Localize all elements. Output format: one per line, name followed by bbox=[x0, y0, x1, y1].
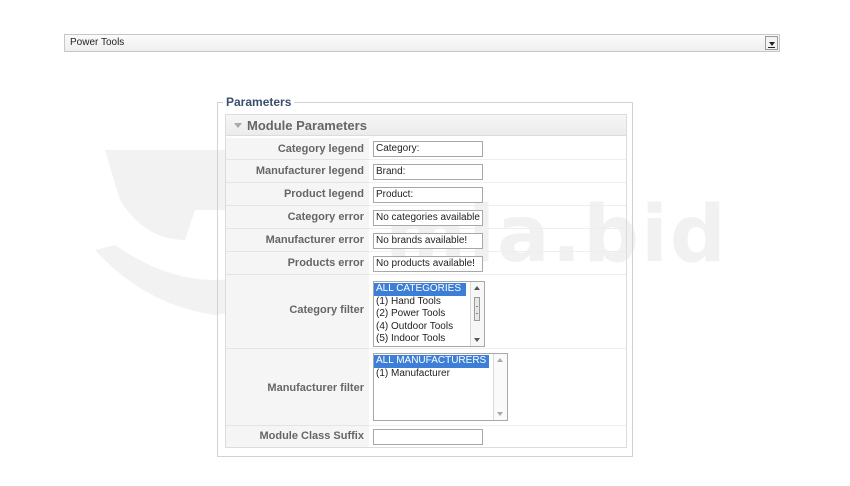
products-error-input[interactable]: No products available! bbox=[373, 256, 483, 272]
manufacturer-legend-input[interactable]: Brand: bbox=[373, 164, 483, 180]
dropdown-arrow-icon[interactable] bbox=[765, 36, 778, 50]
manufacturer-option[interactable]: ALL MANUFACTURERS bbox=[374, 355, 489, 368]
category-option[interactable]: (2) Power Tools bbox=[374, 308, 484, 321]
category-select-value: Power Tools bbox=[70, 37, 125, 48]
collapse-triangle-icon[interactable] bbox=[234, 123, 242, 128]
param-label: Category filter bbox=[289, 304, 364, 316]
module-class-suffix-input[interactable] bbox=[373, 429, 483, 445]
manufacturer-error-input[interactable]: No brands available! bbox=[373, 233, 483, 249]
parameters-legend: Parameters bbox=[223, 95, 295, 109]
manufacturer-filter-listbox[interactable]: ALL MANUFACTURERS (1) Manufacturer bbox=[373, 353, 508, 421]
category-legend-input[interactable]: Category: bbox=[373, 141, 483, 157]
category-filter-scrollbar[interactable] bbox=[470, 282, 484, 346]
param-label: Manufacturer legend bbox=[255, 165, 364, 177]
param-label: Product legend bbox=[283, 188, 364, 200]
category-option[interactable]: (4) Outdoor Tools bbox=[374, 321, 484, 334]
category-option[interactable]: ALL CATEGORIES bbox=[374, 283, 466, 296]
param-label: Module Class Suffix bbox=[259, 430, 364, 442]
scroll-down-icon[interactable] bbox=[497, 412, 503, 416]
param-row-products-error: Products error No products available! bbox=[226, 252, 626, 275]
page: mla.bid Power Tools Parameters Module Pa… bbox=[0, 0, 850, 486]
param-row-category-error: Category error No categories available bbox=[226, 206, 626, 229]
category-filter-listbox[interactable]: ALL CATEGORIES (1) Hand Tools (2) Power … bbox=[373, 281, 485, 347]
module-parameters-title: Module Parameters bbox=[247, 118, 367, 133]
param-row-product-legend: Product legend Product: bbox=[226, 183, 626, 206]
module-parameters-header[interactable]: Module Parameters bbox=[226, 115, 626, 136]
param-label: Category legend bbox=[277, 143, 364, 155]
param-label: Manufacturer error bbox=[265, 234, 364, 246]
category-option[interactable]: (5) Indoor Tools bbox=[374, 333, 484, 346]
category-select[interactable]: Power Tools bbox=[64, 34, 780, 52]
product-legend-input[interactable]: Product: bbox=[373, 187, 483, 203]
param-row-manufacturer-error: Manufacturer error No brands available! bbox=[226, 229, 626, 252]
param-row-manufacturer-filter: Manufacturer filter ALL MANUFACTURERS (1… bbox=[226, 349, 626, 426]
module-parameters-panel: Module Parameters Category legend Catego… bbox=[225, 114, 627, 448]
param-row-category-filter: Category filter ALL CATEGORIES (1) Hand … bbox=[226, 275, 626, 349]
scroll-thumb[interactable] bbox=[474, 297, 480, 321]
category-option[interactable]: (1) Hand Tools bbox=[374, 296, 484, 309]
category-error-input[interactable]: No categories available bbox=[373, 210, 483, 226]
manufacturer-option[interactable]: (1) Manufacturer bbox=[374, 368, 507, 381]
param-row-category-legend: Category legend Category: bbox=[226, 138, 626, 160]
manufacturer-filter-scrollbar[interactable] bbox=[493, 354, 507, 420]
param-label: Category error bbox=[287, 211, 364, 223]
scroll-down-icon[interactable] bbox=[474, 338, 480, 342]
scroll-up-icon[interactable] bbox=[474, 286, 480, 290]
parameters-fieldset: Parameters Module Parameters Category le… bbox=[217, 95, 633, 457]
param-row-manufacturer-legend: Manufacturer legend Brand: bbox=[226, 160, 626, 183]
param-label: Products error bbox=[287, 257, 364, 269]
param-label: Manufacturer filter bbox=[267, 382, 364, 394]
scroll-up-icon[interactable] bbox=[497, 358, 503, 362]
param-row-module-class-suffix: Module Class Suffix bbox=[226, 426, 626, 447]
